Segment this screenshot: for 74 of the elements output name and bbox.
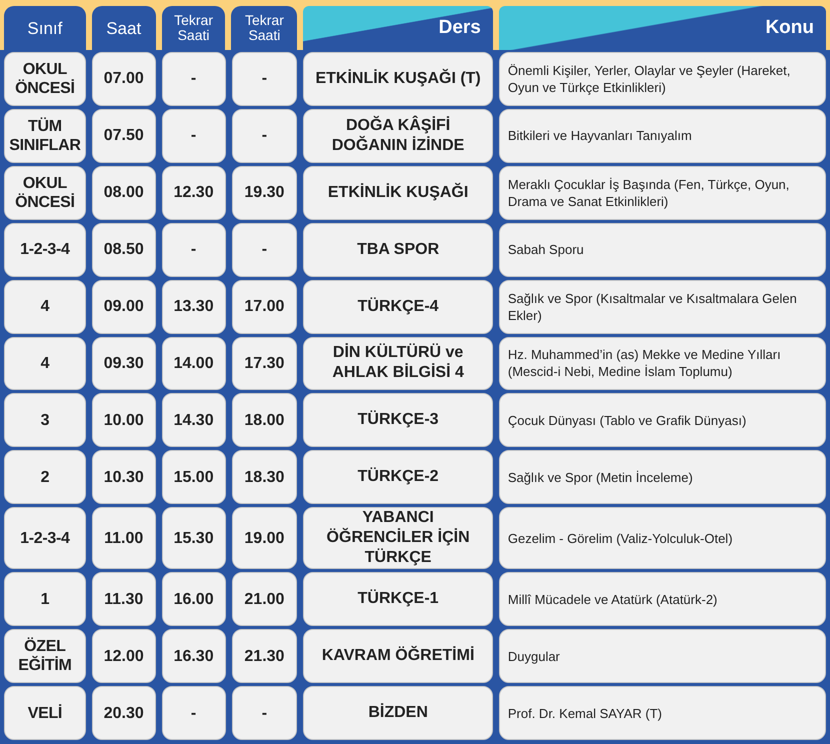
- table-cell: 08.50: [92, 222, 156, 277]
- table-cell: Sağlık ve Spor (Metin İnceleme): [498, 450, 826, 504]
- table-cell: -: [232, 108, 298, 163]
- table-cell: Sabah Sporu: [498, 222, 826, 277]
- table-cell: 1: [4, 572, 86, 626]
- table-cell: 1-2-3-4: [4, 222, 86, 277]
- table-cell: YABANCI ÖĞRENCİLER İÇİN TÜRKÇE: [303, 507, 493, 570]
- table-cell: ÖZEL EĞİTİM: [4, 629, 86, 684]
- table-cell: DİN KÜLTÜRÜ ve AHLAK BİLGİSİ 4: [303, 336, 493, 390]
- table-cell: 17.30: [232, 336, 298, 390]
- table-cell: 21.00: [232, 572, 298, 626]
- table-cell: 21.30: [232, 629, 298, 684]
- table-cell: -: [232, 686, 298, 740]
- table-cell: Duygular: [498, 629, 826, 684]
- table-cell: KAVRAM ÖĞRETİMİ: [303, 629, 493, 684]
- table-cell: Önemli Kişiler, Yerler, Olaylar ve Şeyler (Hareket, Oyun ve Türkçe Etkinlikleri): [498, 52, 826, 106]
- table-cell: 20.30: [92, 686, 156, 740]
- table-cell: TÜRKÇE-3: [303, 393, 493, 448]
- table-cell: DOĞA KÂŞİFİ DOĞANIN İZİNDE: [303, 108, 493, 163]
- table-cell: 16.00: [162, 572, 226, 626]
- table-cell: 17.00: [232, 280, 298, 334]
- table-cell: TÜRKÇE-2: [303, 450, 493, 504]
- table-cell: 1-2-3-4: [4, 507, 86, 570]
- column-banner: Ders: [303, 6, 493, 50]
- table-cell: -: [232, 52, 298, 106]
- table-cell: 16.30: [162, 629, 226, 684]
- table-cell: 15.30: [162, 507, 226, 570]
- table-cell: 13.30: [162, 280, 226, 334]
- table-cell: 3: [4, 393, 86, 448]
- table-cell: Hz. Muhammed’in (as) Mekke ve Medine Yılları (Mescid-i Nebi, Medine İslam Toplumu): [498, 336, 826, 390]
- table-cell: 18.30: [232, 450, 298, 504]
- table-cell: -: [162, 686, 226, 740]
- table-cell: -: [162, 108, 226, 163]
- table-cell: 12.00: [92, 629, 156, 684]
- table-cell: -: [162, 222, 226, 277]
- table-cell: Millî Mücadele ve Atatürk (Atatürk-2): [498, 572, 826, 626]
- table-cell: ETKİNLİK KUŞAĞI: [303, 166, 493, 220]
- table-cell: Sağlık ve Spor (Kısaltmalar ve Kısaltmalara Gelen Ekler): [498, 280, 826, 334]
- table-cell: 09.30: [92, 336, 156, 390]
- table-cell: TÜRKÇE-4: [303, 280, 493, 334]
- table-cell: -: [162, 52, 226, 106]
- table-cell: 11.30: [92, 572, 156, 626]
- table-cell: 4: [4, 336, 86, 390]
- table-cell: 10.30: [92, 450, 156, 504]
- table-cell: 15.00: [162, 450, 226, 504]
- table-cell: 07.00: [92, 52, 156, 106]
- table-cell: 14.30: [162, 393, 226, 448]
- table-cell: OKUL ÖNCESİ: [4, 52, 86, 106]
- table-cell: 08.00: [92, 166, 156, 220]
- table-cell: 12.30: [162, 166, 226, 220]
- table-cell: 19.00: [232, 507, 298, 570]
- column-banner: Konu: [498, 6, 826, 50]
- table-cell: -: [232, 222, 298, 277]
- table-cell: 09.00: [92, 280, 156, 334]
- table-cell: 14.00: [162, 336, 226, 390]
- table-cell: OKUL ÖNCESİ: [4, 166, 86, 220]
- table-cell: BİZDEN: [303, 686, 493, 740]
- table-cell: Bitkileri ve Hayvanları Tanıyalım: [498, 108, 826, 163]
- table-cell: Çocuk Dünyası (Tablo ve Grafik Dünyası): [498, 393, 826, 448]
- table-cell: ETKİNLİK KUŞAĞI (T): [303, 52, 493, 106]
- table-cell: 10.00: [92, 393, 156, 448]
- table-cell: Gezelim - Görelim (Valiz-Yolculuk-Otel): [498, 507, 826, 570]
- table-cell: 2: [4, 450, 86, 504]
- table-cell: TÜM SINIFLAR: [4, 108, 86, 163]
- table-cell: 11.00: [92, 507, 156, 570]
- table-cell: 18.00: [232, 393, 298, 448]
- table-cell: 19.30: [232, 166, 298, 220]
- table-cell: 4: [4, 280, 86, 334]
- table-cell: Meraklı Çocuklar İş Başında (Fen, Türkçe, Oyun, Drama ve Sanat Etkinlikleri): [498, 166, 826, 220]
- table-cell: TÜRKÇE-1: [303, 572, 493, 626]
- table-cell: Prof. Dr. Kemal SAYAR (T): [498, 686, 826, 740]
- table-cell: TBA SPOR: [303, 222, 493, 277]
- table-cell: VELİ: [4, 686, 86, 740]
- table-cell: 07.50: [92, 108, 156, 163]
